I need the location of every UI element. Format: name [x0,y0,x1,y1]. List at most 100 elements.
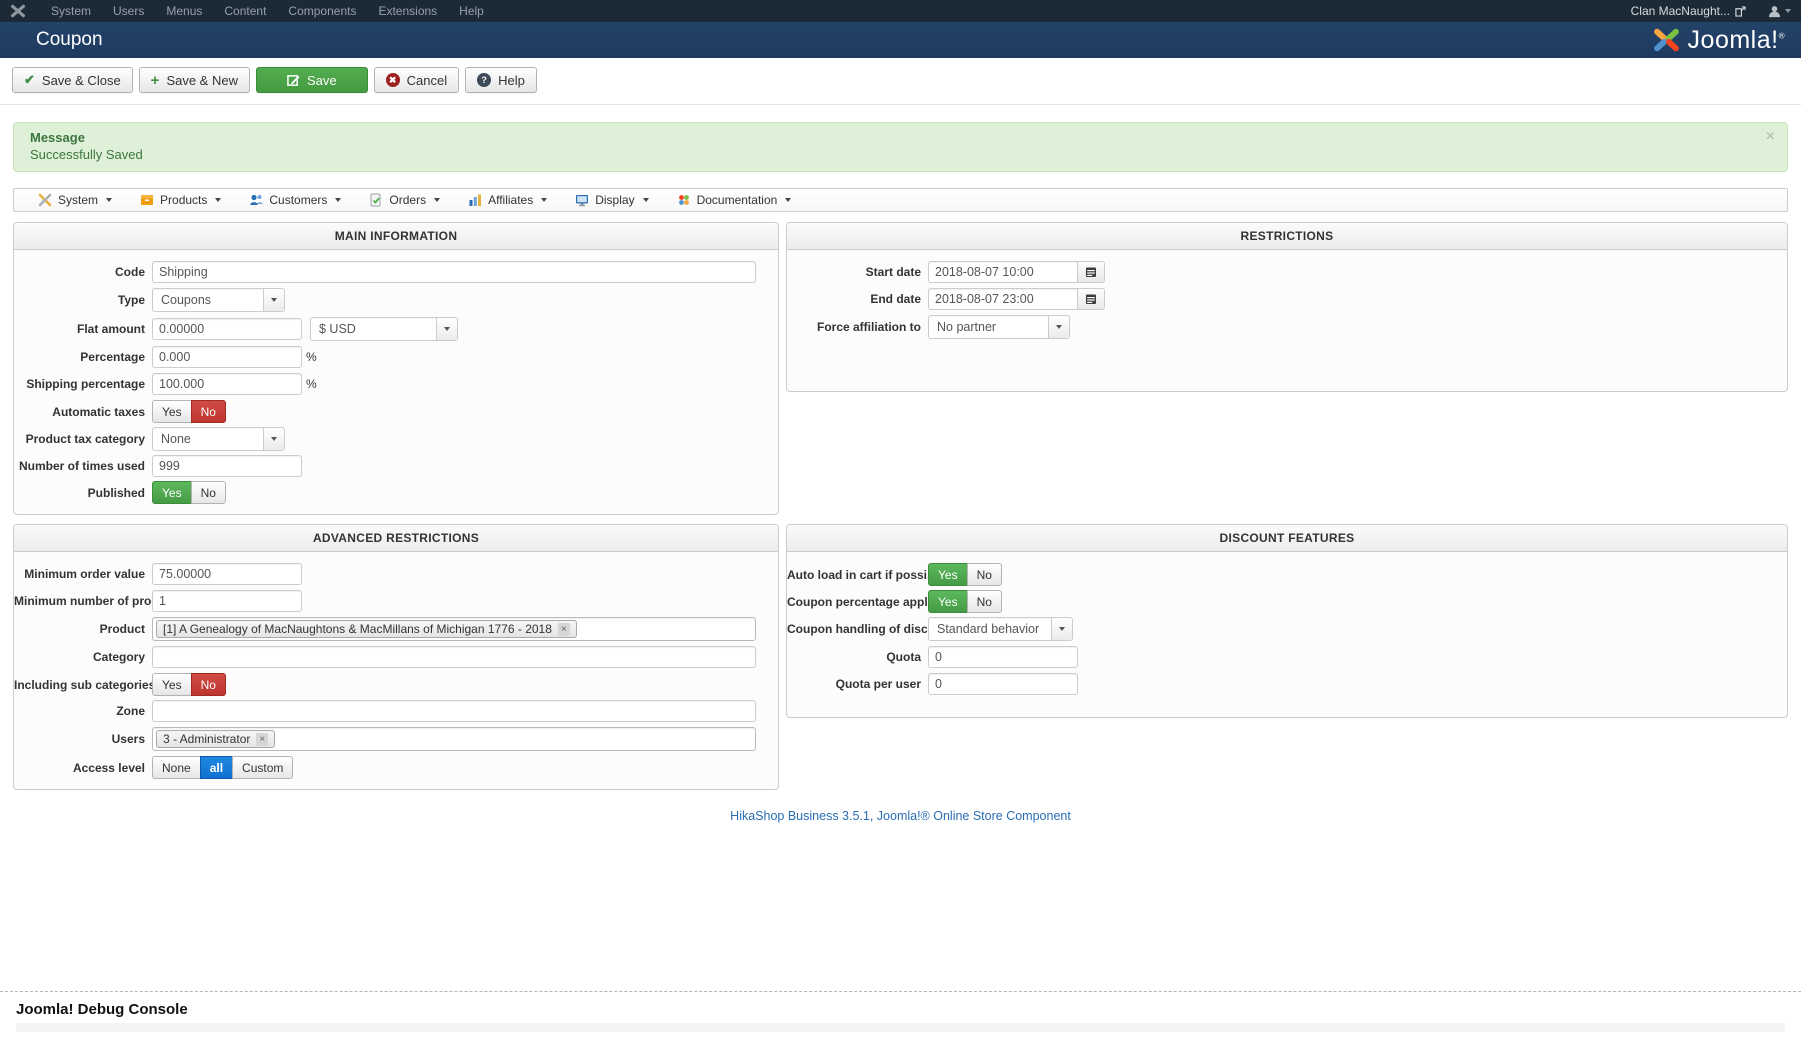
hikashop-footer-link[interactable]: HikaShop Business 3.5.1, Joomla!® Online… [730,809,1071,823]
flat-amount-label: Flat amount [77,322,145,336]
currency-select[interactable]: $ USD [310,317,458,341]
percentage-label: Percentage [80,350,145,364]
admin-menu-components[interactable]: Components [277,0,367,22]
end-date-calendar-button[interactable] [1078,288,1105,310]
percent-suffix: % [306,377,317,391]
admin-menu-menus[interactable]: Menus [155,0,213,22]
chevron-down-icon [436,318,457,340]
admin-menu-help[interactable]: Help [448,0,495,22]
admin-menu-users[interactable]: Users [102,0,155,22]
coupon-handling-select[interactable]: Standard behavior [928,617,1073,641]
save-close-button[interactable]: ✔ Save & Close [12,67,133,93]
product-tag-input[interactable]: [1] A Genealogy of MacNaughtons & MacMil… [152,617,756,641]
percentage-input[interactable] [152,346,302,368]
hikashop-menu-affiliates[interactable]: Affiliates [456,189,559,211]
flat-amount-input[interactable] [152,318,302,340]
access-level-none-button[interactable]: None [152,756,201,779]
remove-tag-icon[interactable]: × [557,622,570,636]
site-name-label: Clan MacNaught... [1630,4,1730,18]
debug-console-title: Joomla! Debug Console [16,1001,188,1018]
access-level-custom-button[interactable]: Custom [232,756,294,779]
published-no-button[interactable]: No [190,481,226,504]
discount-features-panel: DISCOUNT FEATURES Auto load in cart if p… [786,524,1788,718]
auto-load-no-button[interactable]: No [966,563,1002,586]
message-title: Message [30,130,85,145]
user-tag: 3 - Administrator × [156,730,276,748]
orders-icon [370,193,381,207]
success-message: Message Successfully Saved × [13,122,1788,172]
help-button[interactable]: ? Help [465,67,537,93]
chevron-down-icon [106,198,113,202]
save-new-button[interactable]: + Save & New [138,67,250,93]
zone-label: Zone [116,704,145,718]
admin-menu-system[interactable]: System [40,0,102,22]
title-bar: Coupon Joomla!® [0,22,1801,58]
shipping-percentage-input[interactable] [152,373,302,395]
site-preview-link[interactable]: Clan MacNaught... [1631,4,1746,18]
hikashop-menu-system[interactable]: System [26,189,124,211]
type-select[interactable]: Coupons [152,288,285,312]
chevron-down-icon [1048,316,1069,338]
user-icon [1768,5,1781,17]
sub-categories-yes-button[interactable]: Yes [152,673,192,696]
coupon-percentage-label: Coupon percentage appli... [787,594,928,609]
auto-load-label: Auto load in cart if possi... [787,567,928,582]
advanced-restrictions-panel: ADVANCED RESTRICTIONS Minimum order valu… [13,524,779,790]
chevron-down-icon [1785,9,1791,13]
access-level-all-button[interactable]: all [199,756,234,779]
chevron-down-icon [541,198,548,202]
hikashop-menu-documentation[interactable]: Documentation [665,189,804,211]
start-date-calendar-button[interactable] [1078,261,1105,283]
automatic-taxes-yes-button[interactable]: Yes [152,400,192,423]
auto-load-toggle: Yes No [928,563,1002,586]
start-date-input[interactable] [928,261,1078,283]
hikashop-menu-orders[interactable]: Orders [357,189,452,211]
type-label: Type [117,293,145,307]
brand-wordmark: Joomla!® [1687,25,1785,54]
hikashop-menu-products[interactable]: Products [128,189,233,211]
joomla-small-logo-icon [11,4,26,18]
remove-tag-icon[interactable]: × [256,732,269,746]
force-affiliation-select[interactable]: No partner [928,315,1070,339]
code-input[interactable] [152,261,756,283]
users-tag-input[interactable]: 3 - Administrator × [152,727,756,751]
quota-per-user-label: Quota per user [835,677,921,691]
discount-features-header: DISCOUNT FEATURES [787,525,1787,552]
save-button[interactable]: Save [255,67,368,93]
cancel-icon: ✖ [385,73,400,87]
hikashop-menu-customers[interactable]: Customers [237,189,353,211]
content-row-1: MAIN INFORMATION Code Type Coupons Flat … [13,222,1788,515]
coupon-percentage-yes-button[interactable]: Yes [928,590,968,613]
zone-input[interactable] [152,700,756,722]
external-link-icon [1735,5,1746,17]
coupon-handling-label: Coupon handling of disc... [787,622,928,636]
product-tax-category-select[interactable]: None [152,427,285,451]
access-level-label: Access level [72,760,145,775]
quota-input[interactable] [928,646,1078,668]
end-date-input[interactable] [928,288,1078,310]
published-yes-button[interactable]: Yes [152,481,192,504]
joomla-brand: Joomla!® [1652,26,1785,55]
minimum-order-value-input[interactable] [152,563,302,585]
calendar-icon [1086,294,1096,304]
number-of-times-used-input[interactable] [152,455,302,477]
category-input[interactable] [152,646,756,668]
minimum-number-products-input[interactable] [152,590,302,612]
admin-menu-content[interactable]: Content [213,0,277,22]
quota-per-user-input[interactable] [928,673,1078,695]
auto-load-yes-button[interactable]: Yes [928,563,968,586]
calendar-icon [1086,267,1096,277]
chevron-down-icon [263,428,284,450]
product-label: Product [99,622,145,636]
toolbar: ✔ Save & Close + Save & New Save ✖ Cance… [0,58,1801,105]
cancel-button[interactable]: ✖ Cancel [373,67,460,93]
coupon-percentage-no-button[interactable]: No [966,590,1002,613]
admin-menu-extensions[interactable]: Extensions [367,0,448,22]
product-tag: [1] A Genealogy of MacNaughtons & MacMil… [156,620,577,638]
user-menu[interactable] [1768,5,1791,18]
automatic-taxes-no-button[interactable]: No [190,400,226,423]
close-icon[interactable]: × [1766,129,1775,145]
chevron-down-icon [263,289,284,311]
sub-categories-no-button[interactable]: No [190,673,226,696]
hikashop-menu-display[interactable]: Display [563,189,660,211]
